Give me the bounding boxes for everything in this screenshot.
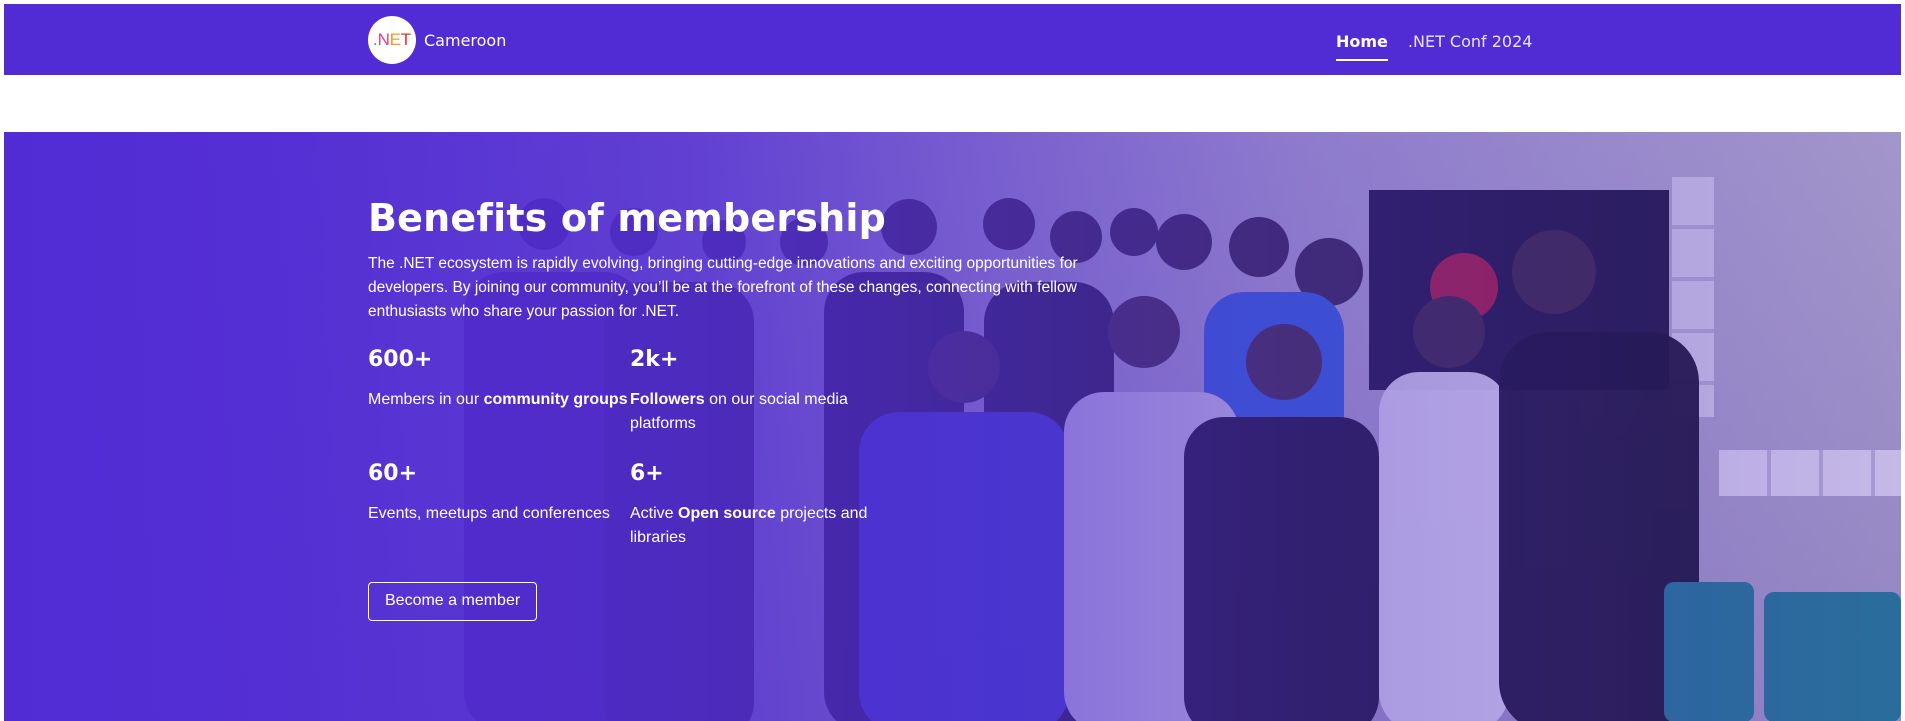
nav-link-dotnet-conf-2024[interactable]: .NET Conf 2024 (1408, 32, 1533, 61)
hero-title: Benefits of membership (368, 196, 886, 240)
stat-description: Members in our community groups (368, 388, 630, 412)
stat-text-bold: community groups (483, 391, 628, 408)
hero-description: The .NET ecosystem is rapidly evolving, … (368, 255, 1078, 320)
dotnet-logo-icon: .NET (368, 16, 416, 64)
stat-description: Events, meetups and conferences (368, 502, 630, 526)
stat-description: Followers on our social media platforms (630, 388, 892, 436)
nav-link-home[interactable]: Home (1336, 32, 1388, 61)
stat-members: 600+ Members in our community groups (368, 346, 630, 436)
stat-text-bold: Open source (678, 505, 776, 522)
stat-value: 60+ (368, 461, 418, 486)
stat-description: Active Open source projects and librarie… (630, 502, 892, 550)
stat-followers: 2k+ Followers on our social media platfo… (630, 346, 892, 436)
hero-content: Benefits of membership The .NET ecosyste… (368, 194, 1148, 621)
stat-text-pre: Members in our (368, 391, 484, 408)
stat-value: 6+ (630, 461, 664, 486)
navbar: .NET Cameroon Home .NET Conf 2024 (4, 4, 1901, 75)
stat-text-bold: Followers (630, 391, 705, 408)
become-member-button[interactable]: Become a member (368, 582, 538, 621)
stat-open-source: 6+ Active Open source projects and libra… (630, 460, 892, 550)
stat-events: 60+ Events, meetups and conferences (368, 460, 630, 550)
logo-part: T (400, 30, 411, 49)
logo-part: E (389, 30, 401, 49)
page-viewport: .NET Cameroon Home .NET Conf 2024 Benefi… (4, 4, 1901, 721)
logo-part: N (377, 30, 390, 49)
membership-stats: 600+ Members in our community groups 2k+… (368, 346, 1148, 550)
brand-name: Cameroon (424, 30, 507, 50)
stat-value: 600+ (368, 347, 433, 372)
stat-value: 2k+ (630, 347, 679, 372)
stat-text-pre: Events, meetups and conferences (368, 505, 610, 522)
stat-text-pre: Active (630, 505, 679, 522)
brand-link[interactable]: .NET Cameroon (368, 16, 506, 64)
membership-hero: Benefits of membership The .NET ecosyste… (4, 132, 1901, 721)
main-nav: Home .NET Conf 2024 (1336, 32, 1532, 61)
